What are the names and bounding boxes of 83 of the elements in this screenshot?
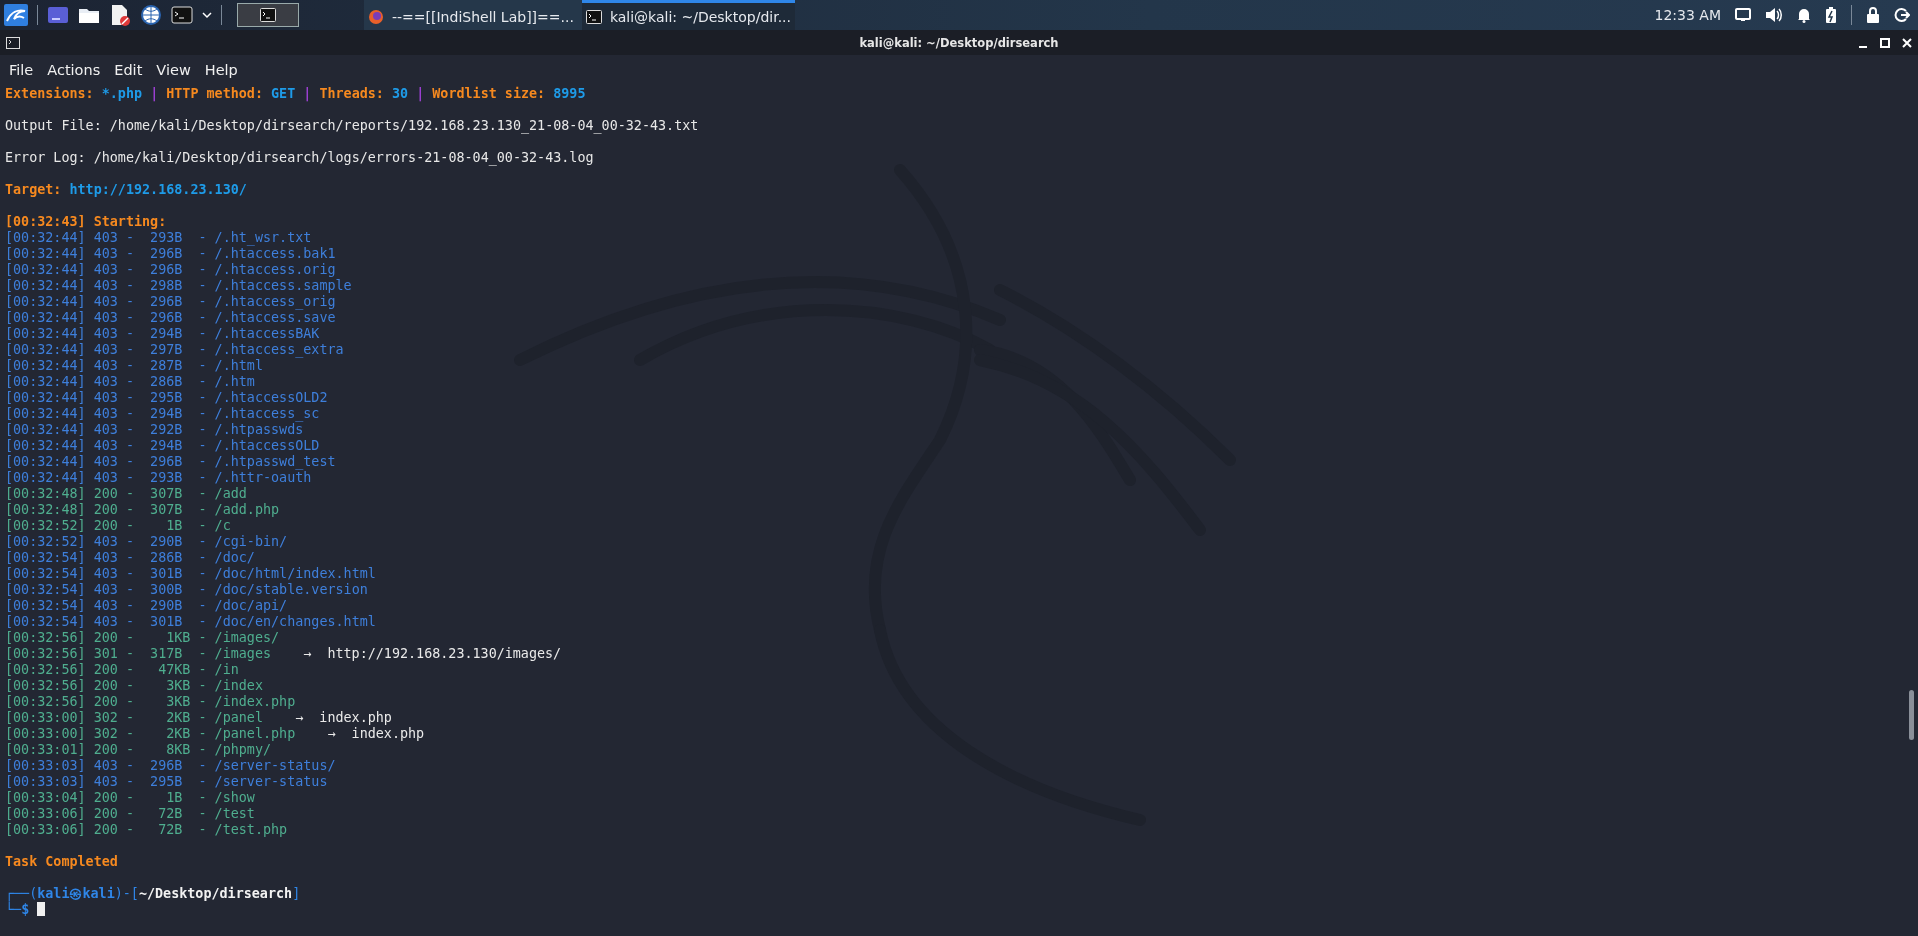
menu-item[interactable]: View [156,62,191,78]
log-line: [00:32:54] 403 - 286B - /doc/ [5,550,255,565]
log-line: [00:32:44] 403 - 295B - /.htaccessOLD2 [5,390,328,405]
log-line: [00:32:48] 200 - 307B - /add.php [5,502,280,517]
maximize-icon[interactable] [1880,37,1890,48]
log-line: [00:32:44] 403 - 296B - /.htaccess.bak1 [5,246,336,261]
volume-icon[interactable] [1765,7,1783,23]
log-line: [00:33:01] 200 - 8KB - /phpmy/ [5,742,272,757]
log-line: [00:32:54] 403 - 301B - /doc/html/index.html [5,566,376,581]
battery-icon[interactable] [1825,6,1837,24]
log-line: [00:32:44] 403 - 296B - /.htaccess.save [5,310,336,325]
starting-line: [00:32:43] Starting: [5,214,167,229]
menu-item[interactable]: File [9,62,34,78]
log-line: [00:33:03] 403 - 296B - /server-status/ [5,758,336,773]
log-line: [00:33:00] 302 - 2KB - /panel [5,710,263,725]
log-line: [00:33:06] 200 - 72B - /test.php [5,822,288,837]
prompt-symbol: └─$ [5,902,30,917]
log-line: [00:32:52] 403 - 290B - /cgi-bin/ [5,534,288,549]
log-line: [00:32:44] 403 - 293B - /.ht_wsr.txt [5,230,312,245]
log-line: [00:32:44] 403 - 292B - /.htpasswds [5,422,304,437]
caret-icon[interactable] [202,11,212,19]
redirect-target: → index.php [327,726,425,741]
log-line: [00:32:56] 200 - 3KB - /index.php [5,694,296,709]
redirect-target: → index.php [295,710,392,725]
terminal-icon[interactable] [171,5,193,25]
terminal-icon [585,9,602,24]
log-line: [00:32:44] 403 - 286B - /.htm [5,374,255,389]
bell-icon[interactable] [1797,7,1811,23]
log-line: [00:32:56] 200 - 3KB - /index [5,678,263,693]
setting-text: Extensions: *.php [5,86,143,101]
log-line: [00:32:44] 403 - 297B - /.htaccess_extra [5,342,344,357]
close-icon[interactable] [1902,37,1912,48]
log-line: [00:32:44] 403 - 287B - /.html [5,358,263,373]
menu-item[interactable]: Edit [114,62,143,78]
target-line: Target: http://192.168.23.130/ [5,182,247,197]
separator-text: | [416,86,425,101]
log-line: [00:32:44] 403 - 296B - /.htpasswd_test [5,454,336,469]
window-icon[interactable] [47,5,69,25]
error-log-line: Error Log: /home/kali/Desktop/dirsearch/logs/errors-21-08-04_00-32-43.log [5,150,594,165]
output-file-line: Output File: /home/kali/Desktop/dirsearch/reports/192.168.23.130_21-08-04_00-32-43.txt [5,118,699,133]
prompt-line: ┌──(kali㉿kali)-[~/Desktop/dirsearch] [5,886,301,901]
separator-text: | [303,86,312,101]
terminal-icon [260,8,276,22]
globe-icon[interactable] [140,4,162,26]
setting-text: HTTP method: GET [166,86,296,101]
setting-text: Threads: 30 [319,86,409,101]
task-button[interactable]: kali@kali: ~/Desktop/dir... [581,0,795,30]
log-line: [00:32:44] 403 - 298B - /.htaccess.sample [5,278,352,293]
log-line: [00:32:54] 403 - 301B - /doc/en/changes.html [5,614,376,629]
log-line: [00:32:44] 403 - 294B - /.htaccessOLD [5,438,320,453]
logout-icon[interactable] [1894,7,1910,23]
log-line: [00:32:44] 403 - 293B - /.httr-oauth [5,470,312,485]
log-line: [00:32:56] 301 - 317B - /images [5,646,272,661]
log-line: [00:32:44] 403 - 294B - /.htaccessBAK [5,326,320,341]
log-line: [00:32:54] 403 - 290B - /doc/api/ [5,598,288,613]
log-line: [00:33:06] 200 - 72B - /test [5,806,255,821]
redirect-target: → http://192.168.23.130/images/ [303,646,562,661]
lock-icon[interactable] [1866,7,1880,23]
document-icon[interactable] [109,4,131,26]
log-line: [00:32:44] 403 - 296B - /.htaccess_orig [5,294,336,309]
log-line: [00:33:04] 200 - 1B - /show [5,790,255,805]
menu-item[interactable]: Actions [47,62,101,78]
log-line: [00:32:44] 403 - 296B - /.htaccess.orig [5,262,336,277]
log-line: [00:32:48] 200 - 307B - /add [5,486,247,501]
display-icon[interactable] [1735,8,1751,22]
menu-item[interactable]: Help [204,62,238,78]
scrollbar-thumb[interactable] [1909,690,1914,740]
log-line: [00:32:52] 200 - 1B - /c [5,518,231,533]
text-cursor [37,902,46,916]
clock: 12:33 AM [1654,7,1721,23]
log-line: [00:33:00] 302 - 2KB - /panel.php [5,726,296,741]
log-line: [00:32:54] 403 - 300B - /doc/stable.version [5,582,368,597]
window-title: kali@kali: ~/Desktop/dirsearch [859,35,1059,50]
terminal-icon [6,36,20,49]
status-line: Task Completed [5,854,118,869]
log-line: [00:32:56] 200 - 47KB - /in [5,662,239,677]
setting-text: Wordlist size: 8995 [432,86,586,101]
separator-text: | [150,86,159,101]
log-line: [00:32:56] 200 - 1KB - /images/ [5,630,280,645]
task-button[interactable]: --==[[IndiShell Lab]]==... [364,0,582,30]
workspace-button[interactable] [237,3,299,27]
log-line: [00:32:44] 403 - 294B - /.htaccess_sc [5,406,320,421]
log-line: [00:33:03] 403 - 295B - /server-status [5,774,328,789]
